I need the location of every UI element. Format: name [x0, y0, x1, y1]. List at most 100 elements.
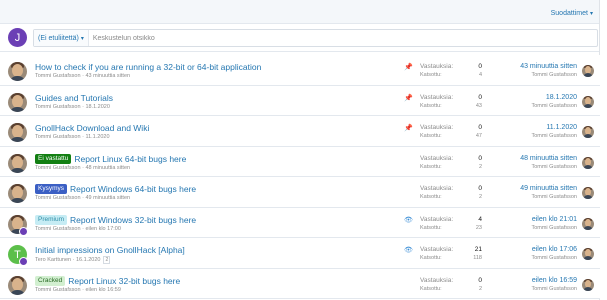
views-stat: Katsottu: 118: [420, 255, 482, 264]
avatar[interactable]: J: [8, 28, 27, 47]
last-post-time[interactable]: 49 minuuttia sitten: [520, 185, 577, 192]
last-poster-avatar[interactable]: [582, 248, 594, 260]
last-post: 11.1.2020 Tommi Gustafsson: [531, 124, 577, 139]
views-count: 118: [473, 255, 482, 261]
last-poster-avatar[interactable]: [582, 65, 594, 77]
thread-start-date[interactable]: 18.1.2020: [85, 104, 109, 110]
thread-title-link[interactable]: How to check if you are running a 32-bit…: [35, 62, 261, 72]
last-poster-avatar[interactable]: [582, 217, 594, 230]
thread-author[interactable]: Tero Karttunen: [35, 257, 71, 263]
avatar[interactable]: [8, 153, 27, 173]
last-post: eilen klo 16:59 Tommi Gustafsson: [531, 277, 577, 292]
last-post-user[interactable]: Tommi Gustafsson: [531, 255, 577, 261]
last-post: 48 minuuttia sitten Tommi Gustafsson: [520, 155, 577, 170]
thread-meta: Tommi Gustafsson · eilen klo 17:00: [35, 226, 121, 232]
last-post: 18.1.2020 Tommi Gustafsson: [531, 94, 577, 109]
thread-title-link[interactable]: Report Windows 64-bit bugs here: [70, 184, 196, 194]
replies-stat: Vastauksia: 4: [420, 216, 482, 225]
eye-icon: 👁: [404, 247, 413, 254]
thread-list: Suodattimet ▾ J (Ei etuliitettä) ▾ How t…: [0, 0, 600, 300]
thread-author[interactable]: Tommi Gustafsson: [35, 104, 81, 110]
thread-title-link[interactable]: Report Linux 64-bit bugs here: [74, 154, 186, 164]
thread-author[interactable]: Tommi Gustafsson: [35, 287, 81, 293]
prefix-select-label: (Ei etuliitettä): [38, 34, 79, 42]
last-poster-avatar[interactable]: [582, 95, 594, 108]
thread-title-link[interactable]: Guides and Tutorials: [35, 93, 113, 103]
pin-icon: 📌: [404, 125, 413, 132]
last-post-user[interactable]: Tommi Gustafsson: [531, 103, 577, 109]
replies-count: 4: [478, 215, 482, 223]
views-label: Katsottu:: [420, 72, 442, 78]
last-poster-avatar[interactable]: [582, 126, 594, 138]
thread-author[interactable]: Tommi Gustafsson: [35, 226, 81, 232]
thread-author[interactable]: Tommi Gustafsson: [35, 195, 81, 201]
thread-title-link[interactable]: Initial impressions on GnollHack [Alpha]: [35, 245, 185, 255]
thread-start-date[interactable]: 49 minuuttia sitten: [85, 195, 130, 201]
views-stat: Katsottu: 2: [420, 194, 482, 203]
avatar-shirt: [9, 198, 26, 203]
thread-title-link[interactable]: Report Windows 32-bit bugs here: [70, 215, 196, 225]
avatar-shirt: [583, 225, 593, 230]
views-count: 2: [478, 194, 482, 200]
thread-start-date[interactable]: 43 minuuttia sitten: [85, 73, 130, 79]
last-post-user[interactable]: Tommi Gustafsson: [531, 286, 577, 292]
replies-label: Vastauksia:: [420, 154, 454, 162]
views-label: Katsottu:: [420, 194, 442, 200]
avatar[interactable]: [8, 275, 27, 295]
replies-count: 0: [478, 63, 482, 70]
last-poster-avatar[interactable]: [582, 278, 594, 291]
last-post-user[interactable]: Tommi Gustafsson: [531, 225, 577, 231]
last-post-time[interactable]: 11.1.2020: [531, 124, 577, 131]
thread-start-date[interactable]: eilen klo 17:00: [85, 226, 120, 232]
avatar[interactable]: [8, 62, 27, 81]
thread-title-link[interactable]: GnollHack Download and Wiki: [35, 123, 149, 133]
thread-author[interactable]: Tommi Gustafsson: [35, 165, 81, 171]
chevron-down-icon: ▾: [80, 35, 84, 42]
last-post-time[interactable]: 48 minuuttia sitten: [520, 155, 577, 162]
avatar[interactable]: [8, 184, 27, 203]
thread-start-date[interactable]: eilen klo 16:59: [85, 287, 120, 293]
thread-title-link[interactable]: Report Linux 32-bit bugs here: [68, 276, 180, 286]
views-count: 47: [475, 133, 482, 139]
last-post-user[interactable]: Tommi Gustafsson: [531, 133, 577, 139]
prefix-select[interactable]: (Ei etuliitettä) ▾: [34, 30, 89, 46]
last-post-time[interactable]: 18.1.2020: [531, 94, 577, 101]
avatar[interactable]: [8, 123, 27, 142]
replies-label: Vastauksia:: [420, 63, 454, 70]
avatar-shirt: [9, 167, 26, 173]
avatar[interactable]: [8, 92, 27, 112]
participant-avatar: [19, 226, 28, 236]
last-post-user[interactable]: Tommi Gustafsson: [520, 164, 577, 170]
thread-prefix-badge[interactable]: Kysymys: [35, 184, 67, 194]
last-post-time[interactable]: 43 minuuttia sitten: [520, 63, 577, 70]
thread-title-line: Premium Report Windows 32-bit bugs here: [35, 214, 196, 225]
filter-bar: Suodattimet ▾: [0, 0, 599, 24]
thread-prefix-badge[interactable]: Cracked: [35, 275, 66, 286]
avatar-shirt: [583, 103, 593, 108]
last-poster-avatar[interactable]: [582, 156, 594, 169]
last-post-time[interactable]: eilen klo 16:59: [531, 277, 577, 284]
thread-author[interactable]: Tommi Gustafsson: [35, 134, 81, 140]
page-link[interactable]: 2: [103, 256, 111, 264]
last-poster-avatar[interactable]: [582, 187, 594, 199]
thread-start-date[interactable]: 48 minuuttia sitten: [85, 165, 130, 171]
filters-label: Suodattimet: [550, 10, 588, 17]
thread-author[interactable]: Tommi Gustafsson: [35, 73, 81, 79]
thread-meta: Tommi Gustafsson · eilen klo 16:59: [35, 287, 121, 293]
thread-prefix-badge[interactable]: Premium: [35, 214, 68, 225]
thread-row: Guides and Tutorials Tommi Gustafsson · 1…: [0, 85, 600, 116]
last-post-user[interactable]: Tommi Gustafsson: [520, 194, 577, 200]
last-post-time[interactable]: eilen klo 21:01: [531, 216, 577, 223]
last-post-user[interactable]: Tommi Gustafsson: [520, 72, 577, 78]
thread-start-date[interactable]: 11.1.2020: [85, 134, 109, 140]
thread-title-line: Cracked Report Linux 32-bit bugs here: [35, 275, 180, 286]
thread-prefix-badge[interactable]: Ei vastattu: [35, 153, 72, 164]
thread-title-input[interactable]: [88, 34, 489, 42]
filters-button[interactable]: Suodattimet ▾: [551, 10, 593, 17]
thread-start-date[interactable]: 16.1.2020: [76, 257, 100, 263]
thread-stats: Vastauksia: 0 Katsottu: 2: [420, 277, 482, 295]
avatar-face: [12, 155, 23, 169]
last-post-time[interactable]: eilen klo 17:06: [531, 246, 577, 253]
views-stat: Katsottu: 4: [420, 72, 482, 81]
avatar-shirt: [583, 73, 593, 77]
